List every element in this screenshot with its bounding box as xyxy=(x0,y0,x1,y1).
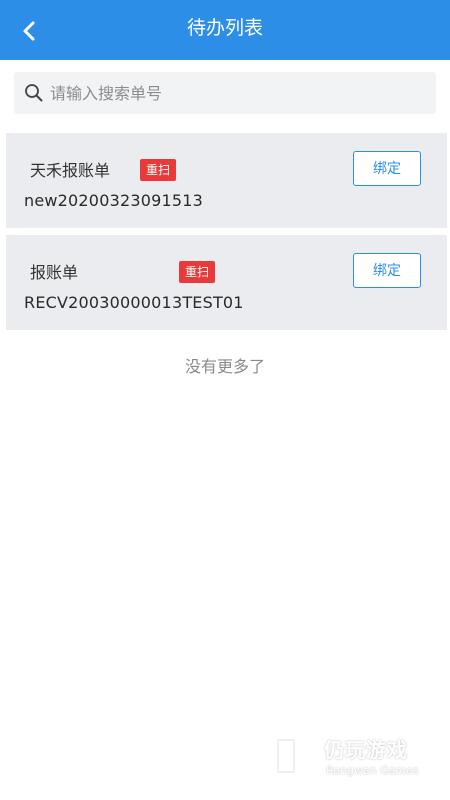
list-item[interactable]: 天禾报账单 重扫 new20200323091513 绑定 xyxy=(6,133,447,228)
list-item[interactable]: 报账单 重扫 RECV20030000013TEST01 绑定 xyxy=(6,235,447,330)
list-end-text: 没有更多了 xyxy=(184,357,265,376)
search-icon xyxy=(25,84,43,102)
item-number: RECV20030000013TEST01 xyxy=(24,293,244,312)
rescan-badge: 重扫 xyxy=(140,159,177,181)
watermark-logo-icon xyxy=(276,738,312,774)
item-title: 报账单 xyxy=(30,263,79,282)
rescan-badge: 重扫 xyxy=(179,261,216,283)
search-bar[interactable] xyxy=(14,72,436,114)
bind-button[interactable]: 绑定 xyxy=(353,151,421,186)
watermark-text-en: Rengwan Games xyxy=(326,764,419,777)
top-nav-bar: 待办列表 xyxy=(0,0,450,60)
item-title: 天禾报账单 xyxy=(30,161,111,180)
page-title: 待办列表 xyxy=(186,17,263,39)
item-number: new20200323091513 xyxy=(24,191,203,210)
watermark: 仍玩游戏 Rengwan Games xyxy=(272,730,440,786)
search-input[interactable] xyxy=(50,72,430,114)
watermark-text-cn: 仍玩游戏 xyxy=(324,738,408,762)
bind-button[interactable]: 绑定 xyxy=(353,253,421,288)
